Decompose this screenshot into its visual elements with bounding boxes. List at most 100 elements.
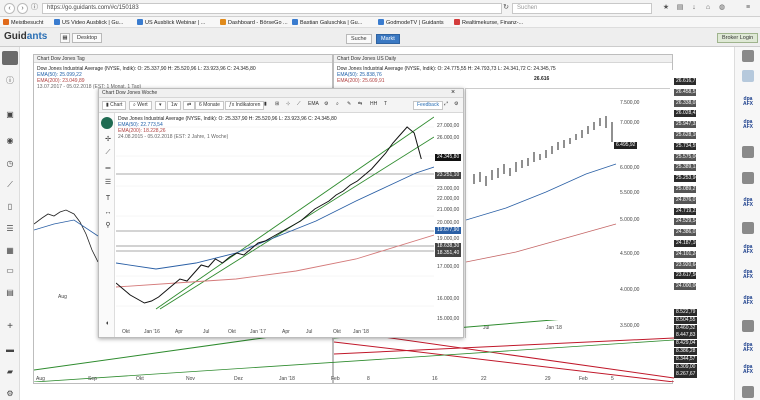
chevron-down-icon[interactable]: ▾ [155, 101, 166, 110]
compare-icon[interactable]: ⇆ [355, 101, 365, 110]
grid-icon[interactable]: ▤ [5, 288, 15, 298]
fibonacci-icon[interactable]: ☰ [104, 179, 112, 187]
measure-icon[interactable]: ⚲ [104, 222, 112, 230]
bookmark-item[interactable]: US Ausblick Webinar | ... [137, 19, 205, 27]
tab-desktop[interactable]: Desktop [72, 33, 103, 43]
folder-icon[interactable]: ▬ [5, 345, 15, 355]
close-icon[interactable]: × [451, 89, 455, 97]
markt-button[interactable]: Markt [376, 34, 400, 44]
avatar[interactable] [742, 222, 754, 234]
crosshair-icon[interactable]: ✢ [104, 136, 112, 144]
price-level-tag: 25.947,32 [674, 121, 699, 129]
chart-type-button[interactable]: ▮ Chart [102, 101, 127, 110]
hlh-icon[interactable]: HH [367, 101, 380, 110]
bookmark-star-icon[interactable]: ★ [662, 4, 670, 12]
price-level-tag: 8.522,79 [674, 309, 698, 316]
eye-icon[interactable]: ◐ [104, 320, 112, 328]
download-icon[interactable]: ↓ [690, 4, 698, 12]
reload-icon[interactable]: ↻ [502, 4, 510, 12]
dpa-afx-logo[interactable]: dpa AFX [740, 245, 756, 255]
chart-woche-plot [116, 116, 434, 310]
address-bar[interactable]: https://go.guidants.com/#c/150183 [42, 3, 502, 14]
horizontal-line-icon[interactable]: ═ [104, 165, 112, 173]
interval-select[interactable]: 1w [167, 101, 182, 110]
clock-icon[interactable]: ◷ [5, 159, 15, 169]
grid-lines-icon[interactable]: ⊞ [272, 101, 282, 110]
level-tag: 23.251,10 [435, 172, 462, 179]
text-tool-icon[interactable]: T [381, 101, 390, 110]
compare-icon[interactable]: ⇄ [183, 101, 196, 110]
indicators-button[interactable]: ƒx Indikatoren [225, 101, 265, 110]
wert-button[interactable]: ⌕ Wert [129, 101, 152, 110]
forward-icon[interactable]: › [17, 3, 28, 14]
home-icon[interactable]: ⌂ [704, 4, 712, 12]
arrows-icon[interactable]: ↔ [104, 209, 112, 217]
avatar[interactable] [742, 70, 754, 82]
grid-icon[interactable]: ▦ [60, 33, 70, 43]
range-select[interactable]: 6 Monate [195, 101, 224, 110]
instrument-logo [101, 117, 113, 129]
y-tick: 7.000,00 [620, 120, 640, 126]
info-icon[interactable]: ⓘ [29, 3, 40, 14]
feedback-button[interactable]: Feedback [413, 101, 443, 110]
trendline-icon[interactable]: ⟋ [294, 101, 304, 110]
document-icon[interactable]: ▯ [5, 202, 15, 212]
dpa-afx-logo[interactable]: dpa AFX [740, 198, 756, 208]
broker-login-button[interactable]: Broker Login [717, 33, 759, 43]
bookmark-icon[interactable]: ▮ [261, 101, 270, 110]
bookmark-favicon [137, 19, 143, 25]
eye-icon[interactable]: ◉ [5, 136, 15, 146]
avatar[interactable] [742, 50, 754, 62]
dpa-afx-logo[interactable]: dpa AFX [740, 365, 756, 375]
x-tick: Okt [333, 329, 341, 335]
add-icon[interactable]: + [5, 322, 15, 332]
bookmark-item[interactable]: Realtimekurse, Finanz-... [454, 19, 523, 27]
bookmark-item[interactable]: Dashboard - BörseGo ... [220, 19, 288, 27]
trendline-icon[interactable]: ⟋ [104, 149, 112, 157]
search-input[interactable]: Suchen [512, 3, 652, 14]
zoom-icon[interactable]: ⌕ [333, 101, 342, 110]
settings-icon[interactable]: ⚙ [5, 389, 15, 399]
pocket-icon[interactable]: ◍ [718, 4, 726, 12]
crosshair-icon[interactable]: ⊹ [283, 101, 293, 110]
dpa-afx-logo[interactable]: dpa AFX [740, 343, 756, 353]
text-tool-icon[interactable]: T [104, 195, 112, 203]
guidants-logo[interactable]: Guidants [4, 31, 47, 42]
info-icon[interactable]: ⓘ [5, 76, 15, 86]
avatar[interactable] [742, 146, 754, 158]
x-tick: 22 [481, 376, 487, 382]
list-icon[interactable]: ☰ [5, 224, 15, 234]
settings-icon[interactable]: ⚙ [451, 101, 461, 110]
bookmark-item[interactable]: GodmodeTV | Guidants [378, 19, 444, 27]
avatar[interactable] [742, 386, 754, 398]
price-level-tag: 26.458,53 [674, 88, 699, 96]
folder-open-icon[interactable]: ▰ [5, 367, 15, 377]
y-tick: 22.000,00 [437, 196, 460, 202]
chart-line-icon[interactable]: ⟋ [5, 180, 15, 190]
calculator-icon[interactable]: ▦ [5, 246, 15, 256]
monitor-icon[interactable]: ▭ [5, 266, 15, 276]
bookmark-item[interactable]: Bastian Galuschka | Gu... [292, 19, 362, 27]
dpa-afx-logo[interactable]: dpa AFX [740, 270, 756, 280]
dpa-afx-logo[interactable]: dpa AFX [740, 97, 756, 107]
menu-icon[interactable]: ≡ [744, 4, 752, 12]
avatar[interactable] [2, 51, 18, 65]
chart-title: Chart Dow Jones Woche [99, 89, 463, 98]
bookmark-item[interactable]: US Video Ausblick | Gu... [54, 19, 123, 27]
bookmark-favicon [54, 19, 60, 25]
avatar[interactable] [742, 320, 754, 332]
suche-button[interactable]: Suche [346, 34, 372, 44]
ema-label[interactable]: EMA [305, 101, 322, 110]
avatar[interactable] [742, 172, 754, 184]
x-tick: Jan '16 [144, 329, 160, 335]
dpa-afx-logo[interactable]: dpa AFX [740, 296, 756, 306]
fullscreen-icon[interactable]: ⤢ [441, 101, 451, 110]
library-icon[interactable]: ▤ [676, 4, 684, 12]
bookmark-item[interactable]: Meistbesucht [3, 19, 43, 27]
indicator-icon[interactable]: ⚙ [321, 101, 331, 110]
lock-icon[interactable]: ▣ [5, 110, 15, 120]
back-icon[interactable]: ‹ [4, 3, 15, 14]
dpa-afx-logo[interactable]: dpa AFX [740, 120, 756, 130]
draw-icon[interactable]: ✎ [344, 101, 354, 110]
price-level-tag: 25.089,27 [674, 186, 699, 193]
